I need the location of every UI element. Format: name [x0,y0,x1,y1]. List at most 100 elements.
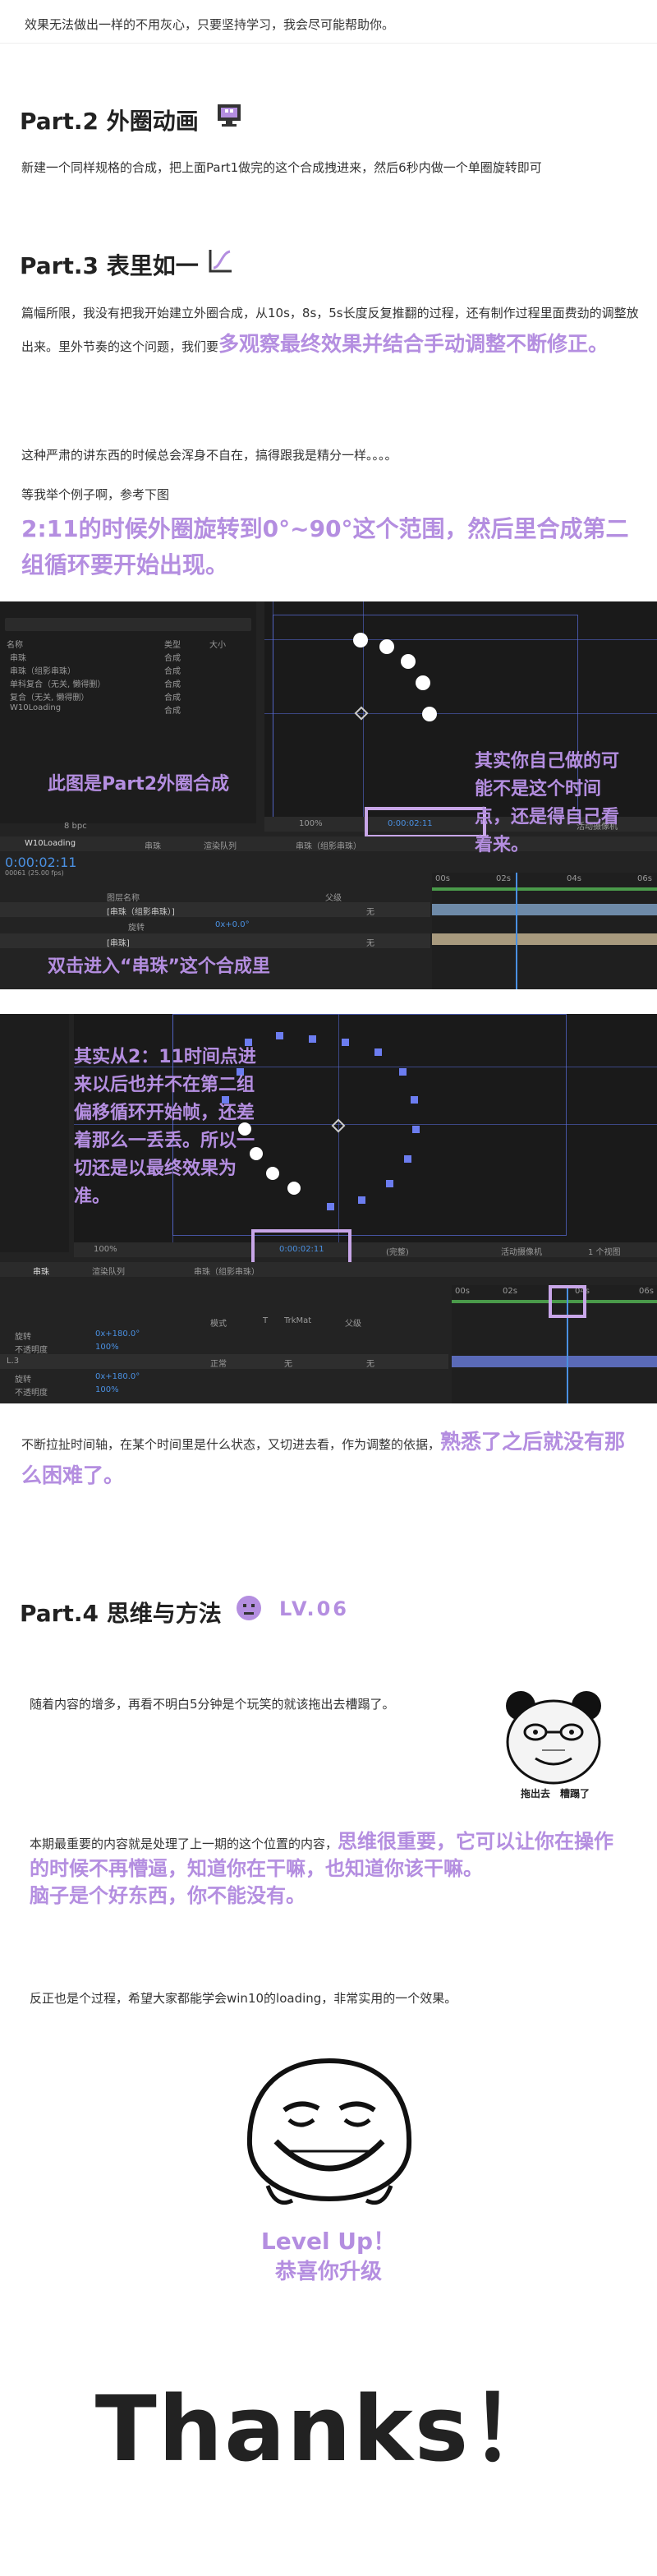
layer-bar[interactable] [452,1356,657,1367]
timeline-tabs: 串珠 渲染队列 串珠（组影串珠） [0,1262,657,1277]
part3-text-c: 等我举个例子啊，参考下图 [21,487,170,502]
ruler-tick: 00s [435,874,450,883]
col-parent: 父级 [345,1320,361,1329]
ruler-tick: 06s [637,874,652,883]
bead [422,707,437,721]
pixel-monitor-icon [215,102,243,130]
prop-label: 旋转 [15,1376,31,1385]
part4-text-b: 本期最重要的内容就是处理了上一期的这个位置的内容， [30,1836,338,1851]
square-particle [404,1155,411,1163]
square-particle [276,1032,283,1039]
tab-chuanzhu[interactable]: 串珠 [145,839,161,851]
camera-select[interactable]: 活动摄像机 [501,1245,542,1257]
bead [379,639,394,654]
layer-row[interactable]: L.3 正常 无 无 [0,1354,448,1369]
square-particle [342,1039,349,1046]
ruler-tick: 00s [455,1287,470,1296]
highlight-box-playhead [549,1285,586,1318]
meme-caption: 拖出去 糟蹋了 [520,1788,590,1800]
timeline-fps: 00061 (25.00 fps) [5,869,64,877]
project-search[interactable] [5,618,251,631]
part2-title: Part.2 外圈动画 [20,108,199,135]
prop-label: 不透明度 [15,1389,48,1398]
levelup-title: Level Up！ [260,2228,397,2255]
layer-trkmat[interactable]: 无 [284,1357,292,1369]
grin-face-image [243,2054,416,2210]
layer-2-name: [串珠] [107,939,130,948]
layer-2-parent[interactable]: 无 [366,936,374,948]
project-item-type: 合成 [164,680,181,689]
tab-chuanzhu-shadow[interactable]: 串珠（组影串珠） [194,1265,260,1277]
after-paragraph: 不断拉扯时间轴，在某个时间里是什么状态，又切进去看，作为调整的依据，熟悉了之后就… [21,1426,646,1494]
levelup-subtitle: 恭喜你升级 [274,2260,382,2284]
part3-paragraph: 篇幅所限，我没有把我开始建立外圈合成，从10s，8s，5s长度反复推翻的过程，还… [21,297,642,362]
bead [416,675,430,690]
time-ruler-area: 00s 02s 04s 06s [432,873,657,989]
layer-mode[interactable]: 正常 [210,1357,227,1369]
prop-value[interactable]: 0x+180.0° [95,1372,140,1381]
thanks-heading: Thanks！ [94,2376,563,2482]
note-double-click: 双击进入“串珠”这个合成里 [48,956,270,977]
project-item-type: 合成 [164,707,181,716]
project-item[interactable]: W10Loading [10,703,61,712]
layer-2-bar[interactable] [432,933,657,945]
tab-chuanzhu-shadow[interactable]: 串珠（组影串珠） [296,839,361,851]
bpc-label[interactable]: 8 bpc [64,822,87,831]
ruler-tick: 06s [639,1287,654,1296]
curve-graph-icon [207,247,235,274]
note-timing: 其实你自己做的可能不是这个时间点，还是得自己看着来。 [475,751,620,855]
prop-value[interactable]: 100% [95,1343,119,1352]
bead [266,1167,279,1180]
project-item-type: 合成 [164,667,181,676]
zoom-select[interactable]: 100% [299,819,323,828]
layer-1-name: [串珠（组影串珠）] [107,908,175,917]
layer-1-rotation-value[interactable]: 0x+0.0° [215,920,250,929]
bead [353,633,368,647]
level-badge: LV.06 [279,1597,349,1620]
prop-value[interactable]: 100% [95,1385,119,1394]
tab-render-queue[interactable]: 渲染队列 [204,839,237,851]
layer-1-bar[interactable] [432,904,657,915]
highlight-box-timecode [365,807,486,838]
col-name: 名称 [7,641,23,650]
note-offset: 其实从2：11时间点进来以后也并不在第二组偏移循环开始帧，还差着那么一丢丢。所以… [74,1047,256,1207]
purple-face-icon [235,1594,263,1622]
work-area-bar[interactable] [432,887,657,891]
layer-row-1[interactable]: [串珠（组影串珠）] 无 [0,902,430,917]
tab-chuanzhu[interactable]: 串珠 [33,1265,49,1277]
zoom-select[interactable]: 100% [94,1245,117,1254]
bead [287,1182,301,1195]
project-item[interactable]: 复合（无关, 懒得删） [10,690,89,703]
part4-text-a: 随着内容的增多，再看不明白5分钟是个玩笑的就该拖出去槽蹋了。 [30,1697,395,1712]
quality-select[interactable]: (完整) [386,1245,409,1257]
tab-render-queue[interactable]: 渲染队列 [92,1265,125,1277]
project-item[interactable]: 串珠（组影串珠） [10,664,76,676]
layer-1-parent[interactable]: 无 [366,905,374,917]
part4-paragraph-b: 本期最重要的内容就是处理了上一期的这个位置的内容，思维很重要，它可以让你在操作的… [30,1829,629,1910]
project-item[interactable]: 串珠 [10,651,26,663]
tab-w10loading[interactable]: W10Loading [25,839,76,848]
timeline-timecode[interactable]: 0:00:02:11 [5,855,76,870]
after-text: 不断拉扯时间轴，在某个时间里是什么状态，又切进去看，作为调整的依据， [21,1437,441,1452]
prop-value[interactable]: 0x+180.0° [95,1329,140,1339]
square-particle [358,1196,365,1204]
layer-row-2[interactable]: [串珠] 无 [0,933,430,948]
layer-parent[interactable]: 无 [366,1357,374,1369]
playhead[interactable] [516,873,517,989]
part3-title: Part.3 表里如一 [20,252,199,279]
col-mode: 模式 [210,1320,227,1329]
square-particle [309,1035,316,1043]
views-select[interactable]: 1 个视图 [588,1245,621,1257]
square-particle [411,1096,418,1104]
part4-text-c: 反正也是个过程，希望大家都能学会win10的loading，非常实用的一个效果。 [30,1991,457,2006]
part2-text: 新建一个同样规格的合成，把上面Part1做完的这个合成拽进来，然后6秒内做一个单… [21,160,542,175]
viewer-toolbar: 100% 0:00:02:11 (完整) 活动摄像机 1 个视图 [74,1242,657,1257]
parent-header: 父级 [325,894,342,903]
square-particle [374,1048,382,1056]
project-item-type: 合成 [164,654,181,663]
project-item[interactable]: 单科复合（无关, 懒得删） [10,677,105,689]
prop-label: 不透明度 [15,1346,48,1355]
col-trkmat: TrkMat [284,1316,312,1325]
ae-screenshot-inner-comp: 100% 0:00:02:11 (完整) 活动摄像机 1 个视图 串珠 渲染队列… [0,1014,657,1403]
part3-highlight: 多观察最终效果并结合手动调整不断修正。 [218,332,609,356]
